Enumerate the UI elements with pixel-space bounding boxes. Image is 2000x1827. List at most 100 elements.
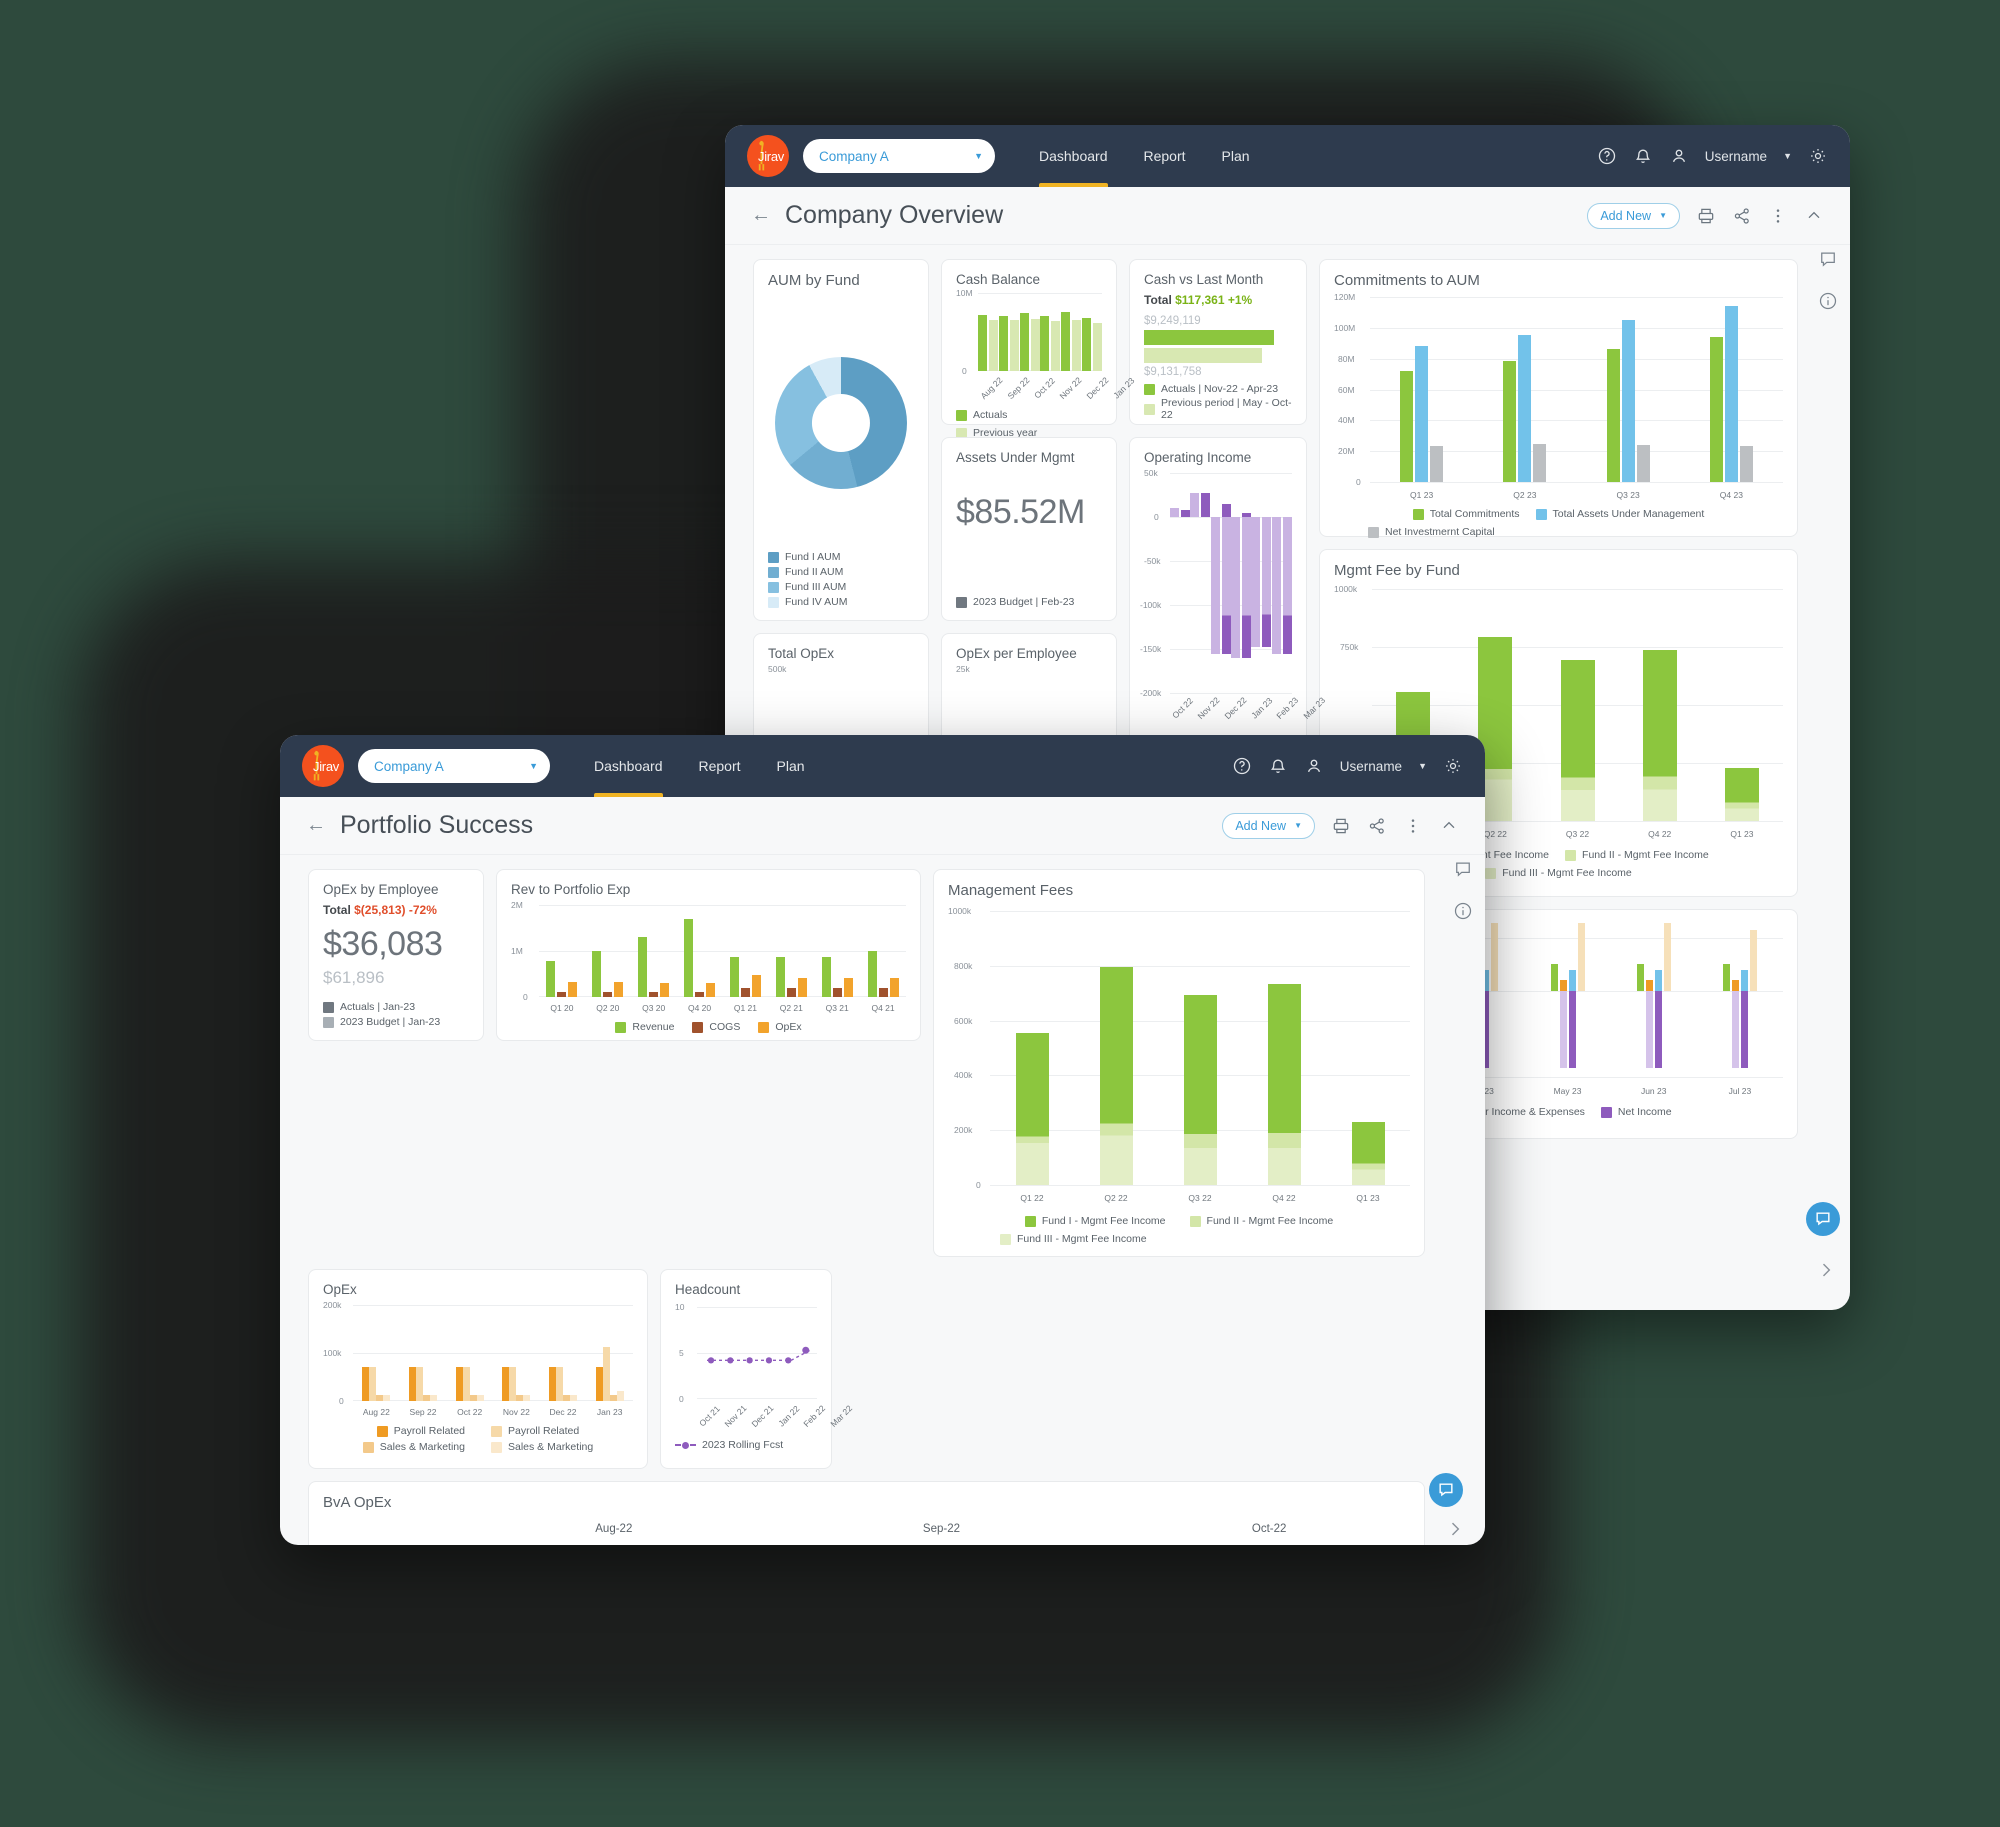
help-icon[interactable] xyxy=(1597,146,1617,166)
tab-plan[interactable]: Plan xyxy=(759,735,823,797)
legend-item: Net Investmernt Capital xyxy=(1334,526,1783,538)
username-label[interactable]: Username xyxy=(1705,149,1767,164)
tab-plan[interactable]: Plan xyxy=(1204,125,1268,187)
card-title: Headcount xyxy=(675,1282,741,1297)
tab-dashboard[interactable]: Dashboard xyxy=(1021,125,1126,187)
table-header-row: Account Actuals 2023 Budget △ % Actuals … xyxy=(309,1541,1424,1545)
x-tick: Dec 22 xyxy=(1222,694,1249,722)
chat-fab-window1[interactable] xyxy=(1806,1202,1840,1236)
legend-label: 2023 Rolling Fcst xyxy=(702,1439,784,1451)
legend-item: Total Assets Under Management xyxy=(1535,508,1704,520)
bar-group xyxy=(1536,589,1618,821)
info-icon[interactable] xyxy=(1818,291,1838,311)
card-title: OpEx xyxy=(323,1282,357,1297)
card-opex-by-employee: OpEx by Employee Total $(25,813) -72% $3… xyxy=(308,869,484,1041)
account-header: Account xyxy=(309,1541,459,1545)
bar-group xyxy=(400,1305,447,1401)
card-title: Operating Income xyxy=(1144,450,1252,465)
person-icon[interactable] xyxy=(1669,146,1689,166)
management-fees-chart: 1000k 800k 600k 400k 200k 0 xyxy=(948,906,1410,1190)
bar-group xyxy=(1473,297,1576,482)
bell-icon[interactable] xyxy=(1633,146,1653,166)
tab-plan-label: Plan xyxy=(776,758,805,774)
x-tick: Q2 22 xyxy=(1104,1193,1128,1203)
x-tick: Q4 22 xyxy=(1648,829,1672,839)
bar-group xyxy=(999,293,1020,371)
tab-report[interactable]: Report xyxy=(1126,125,1204,187)
bar-group-container xyxy=(990,911,1410,1185)
company-selector[interactable]: Company A ▼ xyxy=(358,749,550,783)
bar-group xyxy=(1081,293,1102,371)
bar-group xyxy=(723,905,769,997)
y-tick: -100k xyxy=(1140,600,1162,610)
card-opex: OpEx 200k 100k 0 Aug 22 Sep 22 Oct 22 No… xyxy=(308,1269,648,1469)
y-tick: 50k xyxy=(1144,468,1158,478)
share-icon[interactable] xyxy=(1367,816,1387,836)
x-tick: Q3 21 xyxy=(825,1003,849,1013)
bar-group xyxy=(1061,293,1082,371)
print-icon[interactable] xyxy=(1696,206,1716,226)
legend-item: Sales & Marketing xyxy=(362,1441,465,1453)
username-label[interactable]: Username xyxy=(1340,759,1402,774)
more-icon[interactable] xyxy=(1768,206,1788,226)
bell-icon[interactable] xyxy=(1268,756,1288,776)
tab-report[interactable]: Report xyxy=(681,735,759,797)
jirav-logo[interactable]: Jirav xyxy=(302,745,344,787)
actuals-bar xyxy=(1144,330,1275,345)
gear-icon[interactable] xyxy=(1808,146,1828,166)
next-page-chevron-icon[interactable] xyxy=(1816,1260,1836,1280)
x-tick: Q2 23 xyxy=(1513,490,1537,500)
x-tick: Q1 21 xyxy=(733,1003,758,1013)
x-tick: Q2 21 xyxy=(779,1003,803,1013)
y-tick: 0 xyxy=(523,992,528,1002)
bar-group-container xyxy=(978,293,1102,371)
back-arrow-icon[interactable]: ← xyxy=(751,204,771,227)
comment-icon[interactable] xyxy=(1818,249,1838,269)
add-new-button[interactable]: Add New ▼ xyxy=(1587,202,1680,229)
commitments-legend: Total Commitments Total Assets Under Man… xyxy=(1334,508,1783,538)
more-icon[interactable] xyxy=(1403,816,1423,836)
comment-icon[interactable] xyxy=(1453,859,1473,879)
aum-value: $85.52M xyxy=(956,493,1085,531)
bar-group xyxy=(1158,911,1242,1185)
legend-item: Fund IV AUM xyxy=(768,596,914,608)
add-new-button[interactable]: Add New ▼ xyxy=(1222,812,1315,839)
company-selector[interactable]: Company A ▼ xyxy=(803,139,995,173)
x-tick: Feb 22 xyxy=(801,1403,828,1429)
x-tick: Oct 21 xyxy=(697,1403,722,1429)
print-icon[interactable] xyxy=(1331,816,1351,836)
legend-item: Fund II - Mgmt Fee Income xyxy=(1189,1215,1333,1227)
y-tick: -150k xyxy=(1140,644,1162,654)
card-title: Cash Balance xyxy=(956,272,1041,287)
bar-group xyxy=(1619,589,1701,821)
username-chevron-down-icon[interactable]: ▼ xyxy=(1783,151,1792,161)
y-axis-top-tick: 25k xyxy=(956,664,970,674)
card-title: AUM by Fund xyxy=(768,272,860,289)
back-arrow-icon[interactable]: ← xyxy=(306,814,326,837)
bar-group xyxy=(585,905,631,997)
x-tick: Jun 23 xyxy=(1640,1086,1667,1096)
card-rev-to-portfolio-exp: Rev to Portfolio Exp 2M 1M 0 Q1 20 Q2 20… xyxy=(496,869,921,1041)
person-icon[interactable] xyxy=(1304,756,1324,776)
chevron-down-icon: ▼ xyxy=(974,151,983,161)
share-icon[interactable] xyxy=(1732,206,1752,226)
gear-icon[interactable] xyxy=(1443,756,1463,776)
tab-plan-label: Plan xyxy=(1221,148,1250,164)
next-page-chevron-icon[interactable] xyxy=(1445,1519,1465,1539)
bar-group xyxy=(860,905,906,997)
tab-dashboard[interactable]: Dashboard xyxy=(576,735,681,797)
legend-label: Previous period | May - Oct-22 xyxy=(1161,397,1292,421)
info-icon[interactable] xyxy=(1453,901,1473,921)
card-cash-balance: Cash Balance 10M 0 Aug 22 Sep 22 Oct 22 … xyxy=(941,259,1136,439)
chat-fab-window2[interactable] xyxy=(1429,1473,1463,1507)
jirav-logo[interactable]: Jirav xyxy=(747,135,789,177)
x-tick: Dec 21 xyxy=(749,1402,776,1430)
legend-label: Actuals | Nov-22 - Apr-23 xyxy=(1161,383,1279,395)
username-chevron-down-icon[interactable]: ▼ xyxy=(1418,761,1427,771)
bar-group-container xyxy=(1370,297,1783,482)
total-pct: +1% xyxy=(1227,293,1253,307)
total-value: $(25,813) xyxy=(354,903,406,917)
help-icon[interactable] xyxy=(1232,756,1252,776)
legend-item: Fund II - Mgmt Fee Income xyxy=(1565,849,1709,861)
bar-group xyxy=(1370,297,1473,482)
